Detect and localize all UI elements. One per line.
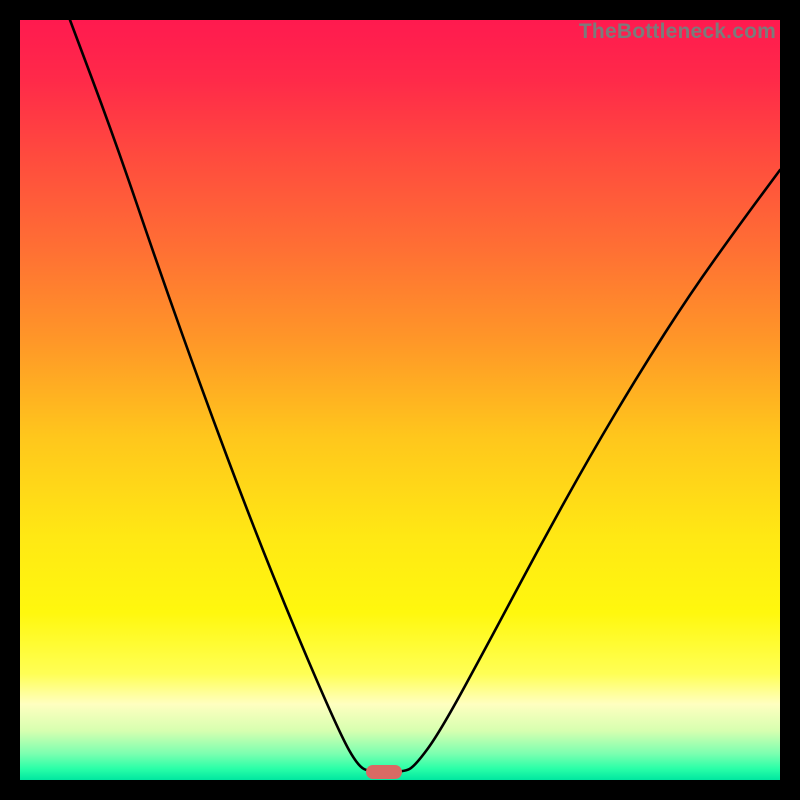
plot-area: TheBottleneck.com <box>20 20 780 780</box>
watermark-text: TheBottleneck.com <box>579 20 776 44</box>
background-gradient <box>20 20 780 780</box>
chart-frame: TheBottleneck.com <box>0 0 800 800</box>
